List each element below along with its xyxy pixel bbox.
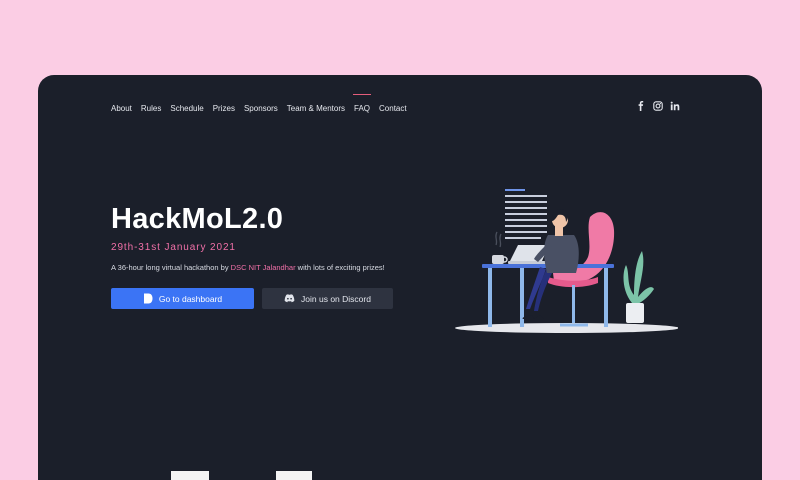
discord-icon <box>284 294 295 303</box>
wall-lines <box>505 189 547 239</box>
sponsor-logo <box>171 471 209 480</box>
sponsor-logo <box>276 471 312 480</box>
linkedin-icon[interactable] <box>670 101 680 111</box>
nav-schedule[interactable]: Schedule <box>170 104 203 113</box>
social-links <box>636 101 680 111</box>
main-nav: About Rules Schedule Prizes Sponsors Tea… <box>111 93 407 114</box>
site-window: About Rules Schedule Prizes Sponsors Tea… <box>38 75 762 480</box>
event-date: 29th-31st January 2021 <box>111 242 236 253</box>
tagline-suffix: with lots of exciting prizes! <box>295 263 385 272</box>
nav-contact[interactable]: Contact <box>379 104 407 113</box>
potted-plant <box>623 251 654 323</box>
hero-illustration <box>455 189 678 333</box>
facebook-icon[interactable] <box>636 101 646 111</box>
hero-tagline: A 36-hour long virtual hackathon by DSC … <box>111 263 385 272</box>
nav-faq[interactable]: FAQ <box>352 93 372 113</box>
go-to-dashboard-button[interactable]: Go to dashboard <box>111 288 254 309</box>
nav-team-mentors[interactable]: Team & Mentors <box>287 104 345 113</box>
nav-about[interactable]: About <box>111 104 132 113</box>
join-discord-button[interactable]: Join us on Discord <box>262 288 393 309</box>
organizer-name: DSC NIT Jalandhar <box>230 263 296 272</box>
nav-sponsors[interactable]: Sponsors <box>244 104 278 113</box>
hero-title: HackMoL2.0 <box>111 203 284 235</box>
devfolio-icon <box>143 293 153 304</box>
go-to-dashboard-label: Go to dashboard <box>158 293 223 304</box>
nav-rules[interactable]: Rules <box>141 104 161 113</box>
instagram-icon[interactable] <box>653 101 663 111</box>
coffee-mug <box>492 231 508 264</box>
join-discord-label: Join us on Discord <box>301 293 371 304</box>
nav-prizes[interactable]: Prizes <box>213 104 235 113</box>
tagline-prefix: A 36-hour long virtual hackathon by <box>111 263 231 272</box>
